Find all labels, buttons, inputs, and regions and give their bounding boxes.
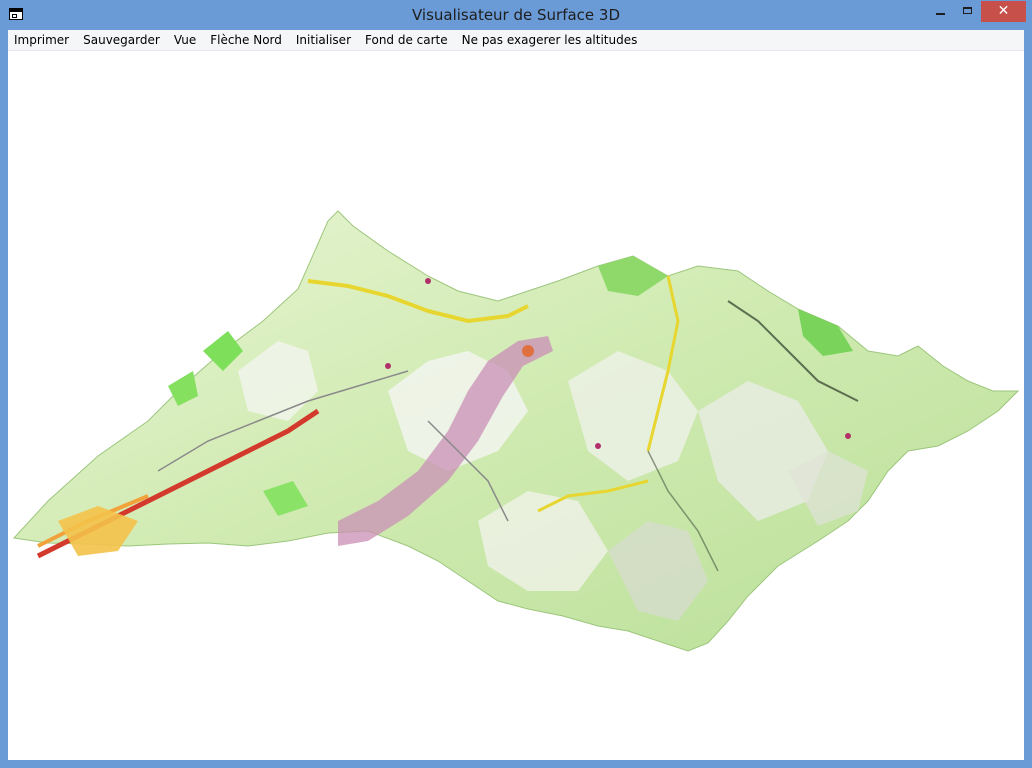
menu-fond-de-carte[interactable]: Fond de carte bbox=[358, 30, 455, 50]
menu-initialiser[interactable]: Initialiser bbox=[289, 30, 358, 50]
minimize-button[interactable] bbox=[925, 1, 954, 22]
close-icon: ✕ bbox=[997, 3, 1010, 19]
menu-sauvegarder[interactable]: Sauvegarder bbox=[76, 30, 167, 50]
menu-ne-pas-exagerer[interactable]: Ne pas exagerer les altitudes bbox=[455, 30, 645, 50]
title-bar[interactable]: Visualisateur de Surface 3D ✕ bbox=[0, 0, 1032, 30]
close-button[interactable]: ✕ bbox=[981, 1, 1026, 22]
maximize-button[interactable] bbox=[954, 1, 981, 22]
menu-vue[interactable]: Vue bbox=[167, 30, 203, 50]
app-window: Visualisateur de Surface 3D ✕ Imprimer S… bbox=[0, 0, 1032, 768]
minimize-icon bbox=[936, 13, 945, 15]
maximize-icon bbox=[963, 7, 972, 14]
surface-3d-viewport[interactable] bbox=[8, 51, 1024, 760]
window-title: Visualisateur de Surface 3D bbox=[411, 6, 621, 24]
menu-bar: Imprimer Sauvegarder Vue Flèche Nord Ini… bbox=[8, 30, 1024, 51]
menu-fleche-nord[interactable]: Flèche Nord bbox=[203, 30, 289, 50]
terrain-render[interactable] bbox=[8, 51, 1024, 760]
terrain-surface bbox=[12, 210, 1020, 652]
client-area: Imprimer Sauvegarder Vue Flèche Nord Ini… bbox=[8, 30, 1024, 760]
menu-imprimer[interactable]: Imprimer bbox=[8, 30, 76, 50]
